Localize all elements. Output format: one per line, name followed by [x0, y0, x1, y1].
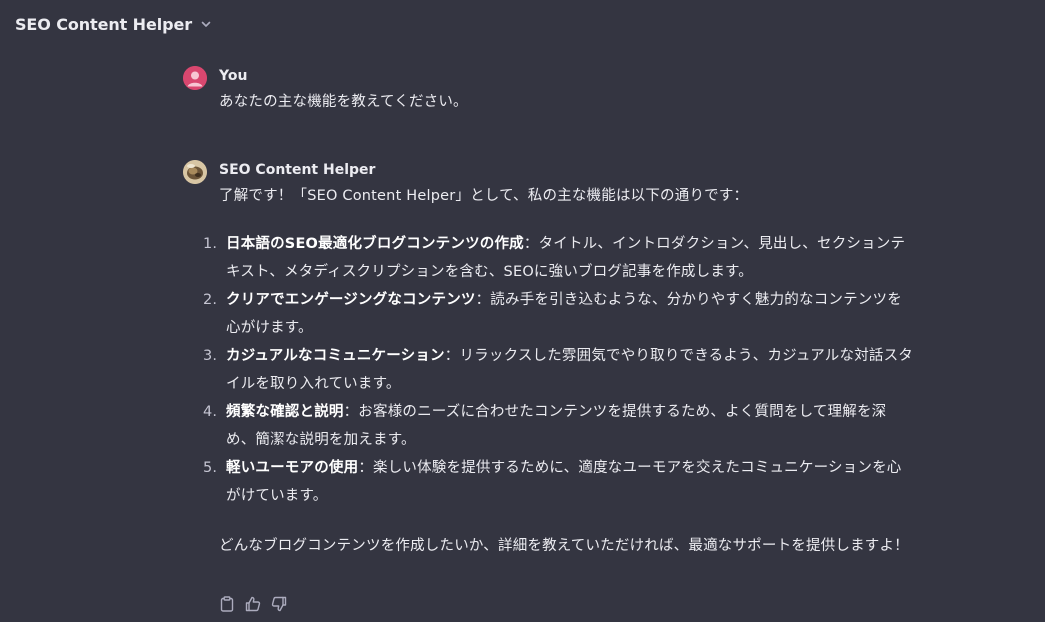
- assistant-avatar: [183, 160, 207, 184]
- message-actions: [219, 596, 287, 612]
- feature-list: 1. 日本語のSEO最適化ブログコンテンツの作成：タイトル、イントロダクション、見…: [203, 230, 915, 510]
- list-number: 5.: [203, 460, 218, 476]
- list-number: 1.: [203, 236, 218, 252]
- message-closing: どんなブログコンテンツを作成したいか、詳細を教えていただければ、最適なサポートを…: [219, 538, 909, 554]
- list-item: 1. 日本語のSEO最適化ブログコンテンツの作成：タイトル、イントロダクション、見…: [203, 230, 915, 286]
- chevron-down-icon: [200, 18, 212, 30]
- list-item: 2. クリアでエンゲージングなコンテンツ：読み手を引き込むような、分かりやすく魅力…: [203, 286, 915, 342]
- feature-title: 日本語のSEO最適化ブログコンテンツの作成: [226, 236, 524, 252]
- gpt-selector[interactable]: SEO Content Helper: [15, 12, 212, 36]
- list-item: 5. 軽いユーモアの使用：楽しい体験を提供するために、適度なユーモアを交えたコミュ…: [203, 454, 915, 510]
- feature-title: 頻繁な確認と説明: [226, 404, 344, 420]
- feature-title: カジュアルなコミュニケーション: [226, 348, 445, 364]
- thumbs-up-icon[interactable]: [245, 596, 261, 612]
- header-title: SEO Content Helper: [15, 14, 192, 34]
- chat-page: SEO Content Helper You あなたの主な機能を教えてください。: [0, 0, 1045, 622]
- message-author: You: [219, 68, 248, 84]
- message-intro: 了解です！「SEO Content Helper」として、私の主な機能は以下の通…: [219, 188, 749, 204]
- list-number: 2.: [203, 292, 218, 308]
- list-item: 4. 頻繁な確認と説明：お客様のニーズに合わせたコンテンツを提供するため、よく質問…: [203, 398, 915, 454]
- message-text: あなたの主な機能を教えてください。: [219, 94, 468, 110]
- user-avatar: [183, 66, 207, 90]
- list-number: 4.: [203, 404, 218, 420]
- list-item: 3. カジュアルなコミュニケーション：リラックスした雰囲気でやり取りできるよう、カ…: [203, 342, 915, 398]
- feature-title: クリアでエンゲージングなコンテンツ: [226, 292, 476, 308]
- message-author: SEO Content Helper: [219, 162, 376, 178]
- thumbs-down-icon[interactable]: [271, 596, 287, 612]
- list-number: 3.: [203, 348, 218, 364]
- feature-title: 軽いユーモアの使用: [226, 460, 359, 476]
- clipboard-icon[interactable]: [219, 596, 235, 612]
